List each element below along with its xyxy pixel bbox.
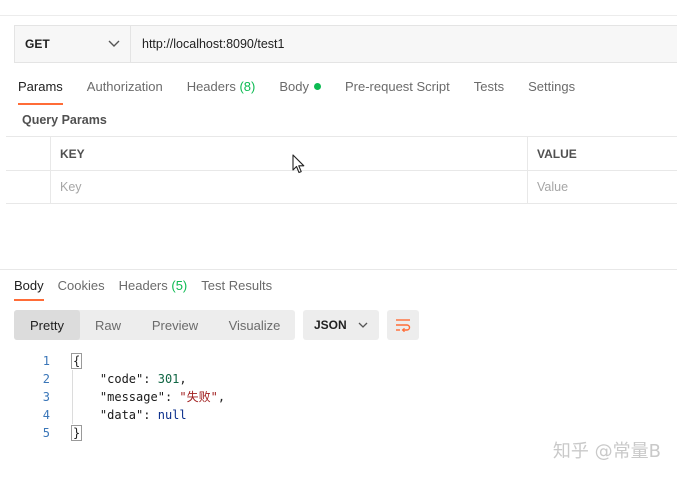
param-key-input[interactable]: Key	[50, 170, 528, 203]
request-tabs: Params Authorization Headers (8) Body Pr…	[18, 79, 599, 105]
view-raw-button[interactable]: Raw	[80, 310, 136, 340]
response-tab-headers[interactable]: Headers (5)	[119, 278, 188, 299]
query-params-title: Query Params	[22, 113, 107, 127]
line-number: 2	[42, 372, 50, 386]
mouse-cursor-icon	[292, 154, 305, 174]
view-visualize-button[interactable]: Visualize	[214, 310, 295, 340]
json-key: "data"	[99, 408, 144, 422]
query-params-table: KEY VALUE Key Value	[6, 136, 677, 204]
response-tab-cookies[interactable]: Cookies	[58, 278, 105, 299]
response-tab-test-results[interactable]: Test Results	[201, 278, 272, 299]
tab-params[interactable]: Params	[18, 79, 63, 105]
response-tab-headers-label: Headers	[118, 278, 168, 293]
open-brace: {	[71, 353, 83, 369]
line-number: 3	[42, 390, 50, 404]
format-label: JSON	[314, 318, 347, 332]
tab-authorization-label: Authorization	[86, 79, 163, 94]
table-row: Key Value	[6, 170, 677, 203]
response-headers-count-badge: (5)	[171, 278, 188, 293]
json-key: "message"	[99, 390, 165, 404]
value-column-header: VALUE	[537, 146, 577, 161]
response-tab-test-results-label: Test Results	[201, 278, 273, 293]
response-tabs: Body Cookies Headers (5) Test Results	[14, 278, 286, 301]
key-column-header: KEY	[50, 137, 528, 170]
tab-settings[interactable]: Settings	[528, 79, 575, 103]
tab-settings-label: Settings	[528, 79, 576, 94]
json-value: "失败"	[179, 390, 218, 404]
pane-divider[interactable]	[0, 269, 677, 270]
chevron-down-icon	[358, 322, 368, 328]
table-header-row: KEY VALUE	[6, 137, 677, 171]
tab-pre-request-script[interactable]: Pre-request Script	[345, 79, 450, 103]
tab-tests[interactable]: Tests	[474, 79, 504, 103]
view-pretty-button[interactable]: Pretty	[14, 310, 80, 340]
body-status-dot-icon	[313, 83, 321, 90]
chevron-down-icon	[108, 40, 120, 47]
headers-count-badge: (8)	[239, 79, 256, 94]
json-value: null	[157, 408, 187, 422]
tab-pre-request-script-label: Pre-request Script	[344, 79, 450, 94]
line-number: 1	[42, 354, 50, 368]
param-value-input[interactable]: Value	[528, 170, 568, 203]
top-strip	[0, 0, 677, 16]
view-preview-button[interactable]: Preview	[136, 310, 214, 340]
json-key: "code"	[99, 372, 144, 386]
wrap-lines-button[interactable]	[387, 310, 419, 340]
url-input[interactable]: http://localhost:8090/test1	[131, 26, 284, 62]
tab-headers-label: Headers	[186, 79, 236, 94]
method-label: GET	[25, 37, 50, 51]
tab-headers[interactable]: Headers (8)	[187, 79, 256, 103]
tab-body[interactable]: Body	[279, 79, 321, 103]
line-number: 5	[42, 426, 50, 440]
response-tab-body[interactable]: Body	[14, 278, 44, 301]
tab-body-label: Body	[279, 79, 309, 94]
format-dropdown[interactable]: JSON	[303, 310, 379, 340]
url-text: http://localhost:8090/test1	[142, 37, 285, 51]
tab-authorization[interactable]: Authorization	[87, 79, 163, 103]
view-mode-switch: Pretty Raw Preview Visualize	[14, 310, 295, 340]
json-value: 301	[157, 372, 180, 386]
wrap-lines-icon	[396, 319, 411, 332]
watermark: 知乎 @常量B	[552, 441, 661, 462]
method-dropdown[interactable]: GET	[15, 26, 131, 62]
tab-tests-label: Tests	[473, 79, 505, 94]
close-brace: }	[71, 425, 83, 441]
line-number: 4	[42, 408, 50, 422]
response-tab-cookies-label: Cookies	[57, 278, 105, 293]
tab-params-label: Params	[18, 79, 63, 94]
request-url-bar: GET http://localhost:8090/test1	[14, 25, 677, 63]
response-tab-body-label: Body	[14, 278, 44, 293]
